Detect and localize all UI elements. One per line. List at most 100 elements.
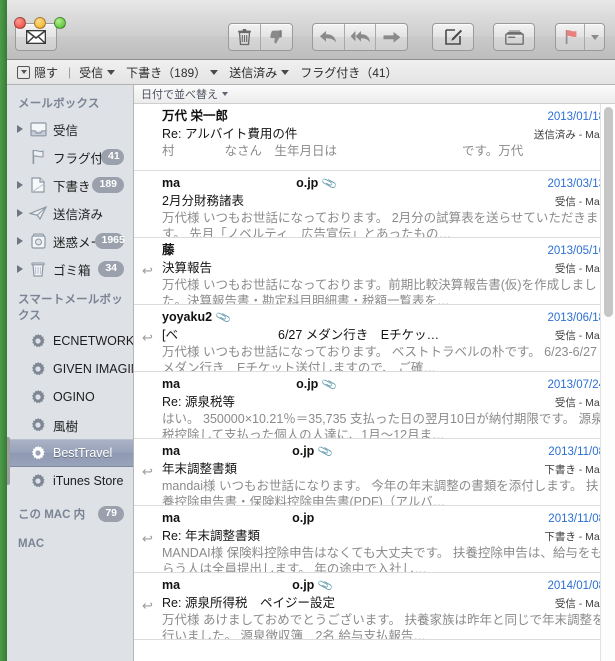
sidebar-item-drafts[interactable]: 下書き 189 — [7, 171, 133, 199]
reply-all-button[interactable] — [345, 24, 377, 50]
sidebar-item-label: MAC — [18, 538, 45, 550]
sidebar-item-inbox[interactable]: 受信 — [7, 115, 133, 143]
sidebar-item-label: 風樹 — [53, 419, 79, 434]
message-date: 2014/01/08 — [547, 580, 605, 592]
sidebar-item-sent[interactable]: 送信済み — [7, 199, 133, 227]
message-sender: 藤 — [162, 243, 175, 257]
filter-sent[interactable]: 送信済み — [227, 60, 298, 84]
sidebar-item-label: 受信 — [53, 123, 79, 138]
forward-button[interactable] — [376, 24, 407, 50]
sidebar-item-label: 迷惑メール — [53, 235, 95, 250]
scrollbar-thumb[interactable] — [604, 107, 613, 317]
message-sender-domain: o.jp — [292, 578, 315, 592]
message-mailbox: 受信 - Mac — [554, 263, 605, 275]
attachment-paperclip-icon: 📎 — [317, 578, 335, 595]
redacted-sender-region — [182, 379, 294, 388]
message-mailbox: 受信 - Mac — [554, 196, 605, 208]
sidebar-group-this-mac[interactable]: この MAC 内 79 — [7, 501, 133, 527]
mailbox-sidebar[interactable]: メールボックス 受信 フラグ 41 下書き 189 送信済み 迷惑メ 1965 … — [7, 85, 135, 661]
disclosure-triangle-icon[interactable] — [13, 181, 27, 189]
sidebar-item-ecnetwork[interactable]: ECNETWORK — [7, 327, 133, 355]
message-list-scrollbar[interactable] — [600, 104, 615, 661]
flag-menu-button[interactable] — [585, 24, 604, 50]
replied-arrow-icon: ↩ — [142, 464, 153, 479]
sidebar-item-trash[interactable]: ゴミ箱 34 — [7, 255, 133, 283]
unread-count-badge: 189 — [92, 177, 125, 193]
message-header-line: ma o.jp 📎 2013/03/13 — [162, 176, 605, 192]
filter-inbox[interactable]: 受信 — [77, 60, 124, 84]
message-list-item[interactable]: ↩ 藤 2013/05/16 決算報告 受信 - Mac 万代様 いつもお世話に… — [134, 238, 615, 305]
message-subject: [ベ 6/27 メダン行き Eチケッ… — [162, 328, 440, 342]
sidebar-item-given-imaging[interactable]: GIVEN IMAGING — [7, 355, 133, 383]
mail-app-window: 隠す | 受信 下書き（189） 送信済み フラグ付き（41） メールボックス … — [0, 0, 615, 661]
sidebar-item-itunes-store[interactable]: iTunes Store — [7, 467, 133, 495]
redacted-sender-region — [182, 446, 290, 455]
sidebar-scroll-indicator[interactable] — [7, 437, 10, 485]
filter-flagged-label: フラグ付き（41） — [300, 65, 398, 80]
sent-icon — [27, 205, 49, 221]
sidebar-item-label: OGINO — [53, 390, 95, 404]
reply-button[interactable] — [313, 24, 345, 50]
disclosure-triangle-icon[interactable] — [13, 209, 27, 217]
message-preview: 万代様 あけましておめでとうございます。 扶養家族は昨年と同じで年末調整を行いま… — [162, 613, 605, 640]
message-mailbox: 下書き - Mac — [544, 464, 605, 476]
message-list-item[interactable]: ↩ ma o.jp 📎 2013/11/08 年末調整書類 下書き - Mac — [134, 439, 615, 506]
sidebar-item-flagged[interactable]: フラグ付き 41 — [7, 143, 133, 171]
gear-icon — [27, 473, 49, 489]
filter-flagged[interactable]: フラグ付き（41） — [298, 60, 406, 84]
disclosure-triangle-icon[interactable] — [13, 125, 27, 133]
message-list-item[interactable]: ↩ ma o.jp 2013/11/08 Re: 年末調整書類 下書き - Ma… — [134, 506, 615, 573]
flag-button[interactable] — [556, 24, 586, 50]
close-window-button[interactable] — [14, 17, 26, 29]
unread-count-badge: 1965 — [94, 233, 125, 249]
sort-bar[interactable]: 日付で並べ替え — [134, 85, 615, 104]
junk-button[interactable] — [261, 24, 292, 50]
message-list-item[interactable]: ma o.jp 📎 2013/03/13 2月分財務諸表 受信 - Mac 万代… — [134, 171, 615, 238]
sidebar-item-ogino[interactable]: OGINO — [7, 383, 133, 411]
message-date: 2013/06/18 — [547, 312, 605, 324]
message-sender: yoyaku2 — [162, 310, 213, 324]
message-sender: ma — [162, 176, 181, 190]
thumbs-down-icon — [269, 30, 282, 44]
disclosure-triangle-icon[interactable] — [13, 265, 27, 273]
toolbar — [7, 13, 615, 60]
message-sender: 万代 栄一郎 — [162, 109, 228, 123]
message-list-item[interactable]: ma o.jp 📎 2013/07/24 Re: 源泉税等 受信 - Mac は… — [134, 372, 615, 439]
message-list-item[interactable]: 万代 栄一郎 2013/01/18 Re: アルバイト費用の件 送信済み - M… — [134, 104, 615, 171]
zoom-window-button[interactable] — [54, 17, 66, 29]
archive-box-icon — [494, 24, 534, 50]
archive-button[interactable] — [493, 23, 535, 51]
sidebar-item-junk[interactable]: 迷惑メール 1965 — [7, 227, 133, 255]
message-sender-domain: o.jp — [292, 444, 315, 458]
minimize-window-button[interactable] — [34, 17, 46, 29]
message-sender-domain: o.jp — [296, 377, 319, 391]
sidebar-item-fuuju[interactable]: 風樹 — [7, 411, 133, 439]
message-subject: 年末調整書類 — [162, 462, 238, 476]
compose-message-button[interactable] — [432, 23, 474, 51]
compose-pencil-icon — [433, 24, 473, 50]
message-list-item[interactable]: ↩ ma o.jp 📎 2014/01/08 Re: 源泉所得税 ペイジー設定 … — [134, 573, 615, 640]
main-content: メールボックス 受信 フラグ 41 下書き 189 送信済み 迷惑メ 1965 … — [7, 85, 615, 661]
disclosure-triangle-icon[interactable] — [13, 237, 27, 245]
message-list: 万代 栄一郎 2013/01/18 Re: アルバイト費用の件 送信済み - M… — [134, 104, 615, 640]
chevron-down-icon — [281, 69, 290, 75]
sidebar-item-label: iTunes Store — [53, 474, 124, 488]
message-preview: 村 なさん 生年月日は です。万代 — [162, 144, 524, 158]
draft-icon — [27, 177, 49, 193]
titlebar — [7, 0, 615, 13]
message-subject-line: 決算報告 受信 - Mac — [162, 260, 605, 277]
message-list-item[interactable]: ↩ yoyaku2 📎 2013/06/18 [ベ 6/27 メダン行き Eチケ… — [134, 305, 615, 372]
sidebar-item-besttravel[interactable]: BestTravel — [7, 439, 134, 467]
message-mailbox: 受信 - Mac — [554, 330, 605, 342]
attachment-paperclip-icon: 📎 — [215, 310, 233, 327]
message-date: 2013/05/16 — [547, 245, 605, 257]
delete-junk-button-group — [228, 23, 293, 51]
filter-drafts[interactable]: 下書き（189） — [124, 60, 227, 84]
mail-window: 隠す | 受信 下書き（189） 送信済み フラグ付き（41） メールボックス … — [7, 0, 615, 661]
hide-toolbar-button[interactable]: 隠す — [15, 60, 67, 84]
sidebar-item-mac[interactable]: MAC — [7, 531, 133, 557]
delete-button[interactable] — [229, 24, 261, 50]
message-header-line: ma o.jp 📎 2014/01/08 — [162, 578, 605, 594]
attachment-paperclip-icon: 📎 — [321, 377, 339, 394]
sidebar-section-smart-mailboxes-header: スマートメールボックス — [18, 294, 123, 322]
